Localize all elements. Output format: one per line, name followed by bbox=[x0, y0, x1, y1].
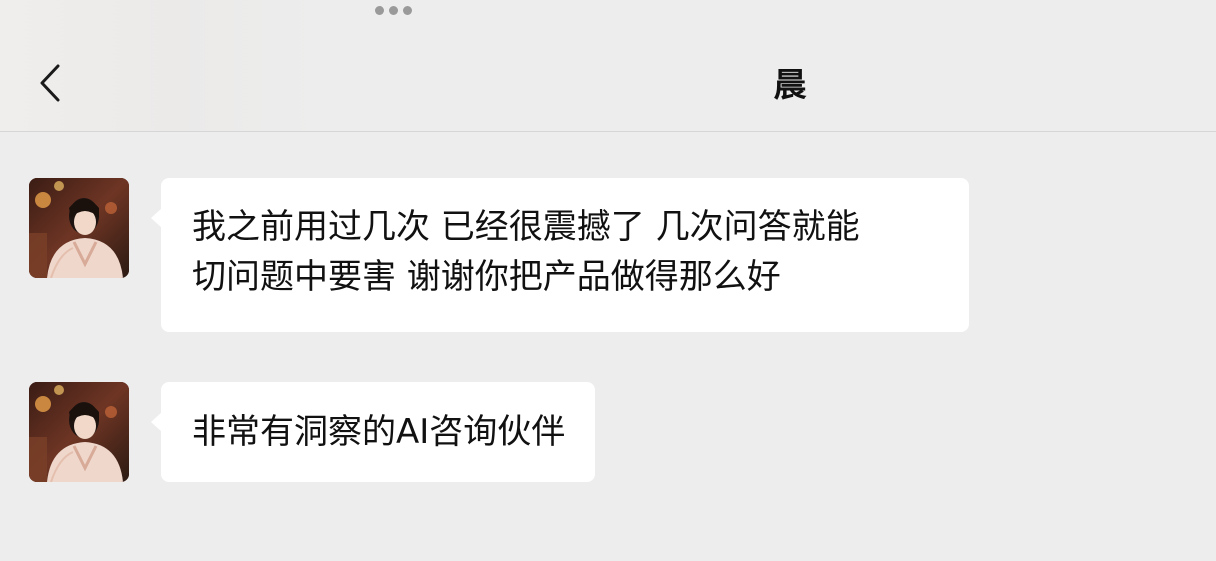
ellipsis-icon[interactable] bbox=[369, 3, 417, 17]
chat-title: 晨 bbox=[773, 65, 807, 104]
avatar[interactable] bbox=[29, 178, 129, 278]
avatar[interactable] bbox=[29, 382, 129, 482]
message-bubble: 非常有洞察的AI咨询伙伴 bbox=[150, 382, 596, 482]
back-button[interactable] bbox=[28, 60, 72, 106]
chevron-left-icon bbox=[40, 64, 60, 102]
message-bubble: 我之前用过几次 已经很震撼了 几次问答就能 切问题中要害 谢谢你把产品做得那么好 bbox=[151, 178, 969, 332]
chat-header: 晨 bbox=[0, 0, 1216, 132]
